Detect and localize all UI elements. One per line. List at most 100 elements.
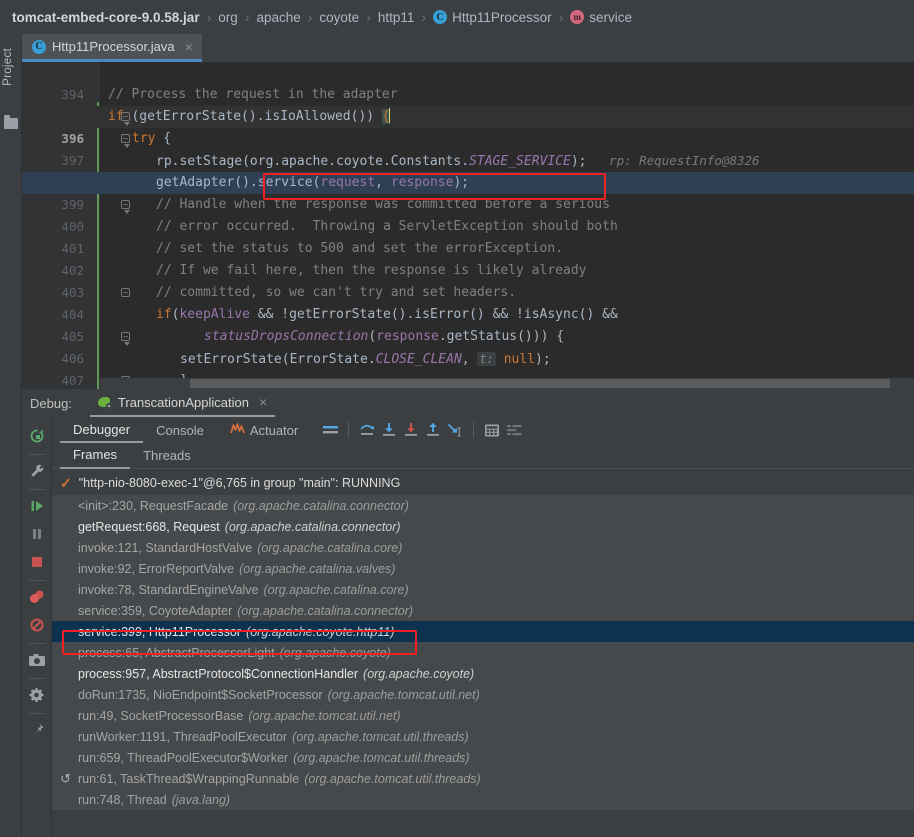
edit-configuration-icon[interactable]	[24, 458, 50, 484]
return-arrow-icon: ↺	[60, 771, 71, 786]
rerun-icon[interactable]	[24, 423, 50, 449]
debug-session-label: TranscationApplication	[117, 394, 249, 410]
close-icon[interactable]: ×	[259, 394, 267, 410]
evaluate-expression-icon[interactable]	[481, 420, 503, 440]
fold-marker-icon[interactable]: –	[121, 288, 130, 297]
scrollbar-thumb[interactable]	[190, 379, 890, 388]
frame-package: (org.apache.tomcat.util.net)	[327, 687, 480, 702]
code-line: 404 – // committed, so we can't try and …	[22, 282, 914, 322]
debug-tool-window: Debugger Console Actuator Frames Threads…	[22, 417, 914, 837]
frame-package: (org.apache.tomcat.util.net)	[248, 708, 401, 723]
step-over-icon[interactable]	[356, 420, 378, 440]
code-line: 395 // Process the request in the adapte…	[22, 84, 914, 124]
breadcrumb-item-method[interactable]: m service	[570, 10, 632, 25]
run-to-cursor-icon[interactable]	[444, 420, 466, 440]
layout-settings-icon[interactable]	[319, 420, 341, 440]
step-into-icon[interactable]	[378, 420, 400, 440]
breadcrumb-separator: ›	[206, 9, 212, 25]
code-line-current-execution: 399 getAdapter().service(request, respon…	[22, 172, 914, 212]
code-content[interactable]: 394 395 // Process the request in the ad…	[22, 62, 914, 389]
list-item[interactable]: runWorker:1191, ThreadPoolExecutor (org.…	[52, 726, 914, 747]
settings-gear-icon[interactable]	[24, 682, 50, 708]
pin-tab-icon[interactable]	[24, 717, 50, 743]
frame-package: (org.apache.coyote.http11)	[246, 624, 395, 639]
class-icon: C	[32, 39, 46, 54]
list-item[interactable]: getRequest:668, Request (org.apache.cata…	[52, 516, 914, 537]
debug-tool-window-header: Debug: TranscationApplication ×	[22, 389, 914, 417]
list-item[interactable]: doRun:1735, NioEndpoint$SocketProcessor …	[52, 684, 914, 705]
frames-list[interactable]: ✓ "http-nio-8080-exec-1"@6,765 in group …	[52, 471, 914, 837]
view-breakpoints-icon[interactable]	[24, 584, 50, 610]
resume-program-icon[interactable]	[24, 493, 50, 519]
frame-package: (org.apache.catalina.core)	[263, 582, 409, 597]
pause-program-icon[interactable]	[24, 521, 50, 547]
tab-label: Console	[156, 422, 204, 438]
thread-header[interactable]: ✓ "http-nio-8080-exec-1"@6,765 in group …	[52, 471, 914, 495]
list-item[interactable]: service:359, CoyoteAdapter (org.apache.c…	[52, 600, 914, 621]
frame-method: invoke:92, ErrorReportValve	[78, 561, 235, 576]
list-item-selected-frame[interactable]: service:399, Http11Processor (org.apache…	[52, 621, 914, 642]
editor-tab-bar: C Http11Processor.java ×	[22, 34, 914, 62]
breadcrumb-label: http11	[377, 9, 415, 25]
fold-marker-icon[interactable]: –	[121, 200, 130, 214]
breadcrumb-separator: ›	[421, 9, 427, 25]
list-item[interactable]: invoke:121, StandardHostValve (org.apach…	[52, 537, 914, 558]
frame-method: runWorker:1191, ThreadPoolExecutor	[78, 729, 288, 744]
editor-horizontal-scrollbar[interactable]	[100, 378, 914, 389]
stop-icon[interactable]	[24, 549, 50, 575]
code-editor[interactable]: 394 395 // Process the request in the ad…	[22, 62, 914, 389]
code-line: 406 – statusDropsConnection(response.get…	[22, 326, 914, 366]
mute-breakpoints-icon[interactable]	[24, 612, 50, 638]
code-line: 405 if(keepAlive && !getErrorState().isE…	[22, 304, 914, 344]
list-item[interactable]: process:957, AbstractProtocol$Connection…	[52, 663, 914, 684]
list-item[interactable]: <init>:230, RequestFacade (org.apache.ca…	[52, 495, 914, 516]
breadcrumb-item-coyote[interactable]: coyote	[319, 10, 359, 25]
breadcrumb-item-org[interactable]: org	[218, 10, 238, 25]
frame-method: process:65, AbstractProcessorLight	[78, 645, 275, 660]
breadcrumb-item-apache[interactable]: apache	[256, 10, 300, 25]
close-icon[interactable]: ×	[185, 39, 193, 55]
frame-method: run:748, Thread	[78, 792, 167, 807]
list-item[interactable]: ↺ run:61, TaskThread$WrappingRunnable (o…	[52, 768, 914, 789]
actuator-icon	[230, 422, 245, 438]
breadcrumb-item-class[interactable]: C Http11Processor	[433, 10, 552, 25]
breadcrumb-jar[interactable]: tomcat-embed-core-9.0.58.jar	[12, 10, 200, 25]
list-item[interactable]: run:748, Thread (java.lang)	[52, 789, 914, 810]
tab-http11processor-java[interactable]: C Http11Processor.java ×	[22, 34, 202, 62]
debugger-panel: Debugger Console Actuator Frames Threads…	[52, 417, 914, 837]
tab-threads[interactable]: Threads	[130, 443, 204, 469]
tab-frames[interactable]: Frames	[60, 443, 131, 469]
breadcrumb-item-http11[interactable]: http11	[378, 10, 415, 25]
code-line: 401 // error occurred. Throwing a Servle…	[22, 216, 914, 256]
list-item[interactable]: invoke:92, ErrorReportValve (org.apache.…	[52, 558, 914, 579]
frame-package: (org.apache.coyote)	[363, 666, 475, 681]
code-line: 403 // If we fail here, then the respons…	[22, 260, 914, 300]
tab-actuator[interactable]: Actuator	[217, 417, 311, 443]
frame-method: <init>:230, RequestFacade	[78, 498, 229, 513]
tab-console[interactable]: Console	[143, 417, 217, 443]
tab-debugger[interactable]: Debugger	[60, 417, 144, 443]
method-icon: m	[570, 10, 585, 24]
debug-session-tab[interactable]: TranscationApplication ×	[89, 389, 276, 417]
text-caret	[388, 108, 390, 123]
frame-method: run:659, ThreadPoolExecutor$Worker	[78, 750, 289, 765]
frame-method: invoke:78, StandardEngineValve	[78, 582, 259, 597]
list-item[interactable]: run:49, SocketProcessorBase (org.apache.…	[52, 705, 914, 726]
list-item[interactable]: invoke:78, StandardEngineValve (org.apac…	[52, 579, 914, 600]
step-out-icon[interactable]	[422, 420, 444, 440]
breadcrumb: tomcat-embed-core-9.0.58.jar › org › apa…	[0, 0, 914, 34]
check-icon: ✓	[60, 474, 72, 491]
code-line: 402 // set the status to 500 and set the…	[22, 238, 914, 278]
mute-frames-icon[interactable]	[503, 420, 525, 440]
code-line: 396 – if (getErrorState().isIoAllowed())…	[22, 106, 914, 146]
sidebar-item-project[interactable]: Project	[2, 48, 14, 86]
force-step-into-icon[interactable]	[400, 420, 422, 440]
left-tool-window-strip: Project	[0, 34, 22, 837]
screenshot-icon[interactable]	[24, 647, 50, 673]
fold-marker-icon[interactable]: –	[121, 134, 130, 148]
list-item[interactable]: process:65, AbstractProcessorLight (org.…	[52, 642, 914, 663]
fold-marker-icon[interactable]: –	[121, 332, 130, 346]
list-item[interactable]: run:659, ThreadPoolExecutor$Worker (org.…	[52, 747, 914, 768]
class-icon: C	[433, 10, 448, 24]
tab-label: Frames	[73, 447, 118, 462]
